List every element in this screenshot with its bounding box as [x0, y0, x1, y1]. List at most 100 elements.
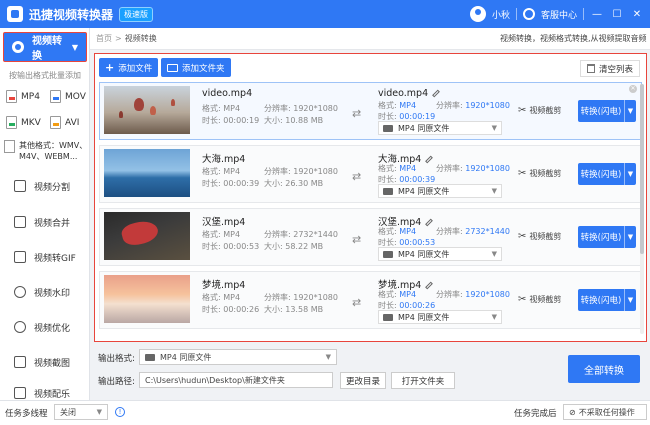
change-dir-button[interactable]: 更改目录 [340, 372, 386, 389]
video-cut-button[interactable]: ✂ 视频截剪 [518, 168, 561, 179]
format-value: MP4 [223, 104, 241, 113]
list-scrollbar[interactable] [640, 84, 644, 334]
output-format-value: MP4 [399, 164, 417, 173]
output-format-select[interactable]: MP4 同原文件 ▼ [139, 349, 337, 365]
size-label: 大小: [264, 179, 283, 188]
output-format-select[interactable]: MP4 同原文件 ▼ [378, 310, 502, 324]
duration-label: 时长: [378, 301, 397, 310]
file-row[interactable]: 汉堡.mp4 格式: MP4 时长: 00:00:53 分辨率: 2732*14… [99, 208, 642, 266]
forbidden-icon: ⊘ [569, 407, 576, 417]
minimize-button[interactable]: — [590, 7, 604, 21]
after-task-value: 不采取任何操作 [578, 407, 635, 417]
optimize-icon [14, 321, 26, 333]
file-icon [50, 116, 61, 129]
sidebar-item-screenshot[interactable]: 视频截图 [0, 352, 90, 372]
duration-value: 00:00:26 [223, 305, 260, 314]
format-avi[interactable]: AVI [50, 116, 79, 129]
shuffle-icon: ⇄ [352, 296, 362, 309]
video-cut-button[interactable]: ✂ 视频截剪 [518, 105, 561, 116]
size-value: 58.22 MB [285, 242, 324, 251]
pencil-icon[interactable] [425, 281, 434, 290]
chevron-down-icon[interactable]: ▼ [624, 289, 636, 311]
sidebar-item-split[interactable]: 视频分割 [0, 176, 90, 196]
format-label: 格式: [202, 167, 221, 176]
sidebar-item-merge[interactable]: 视频合并 [0, 212, 90, 232]
convert-icon [12, 41, 24, 53]
close-button[interactable]: ✕ [630, 7, 644, 21]
info-icon[interactable]: ! [115, 407, 125, 417]
sidebar-item-optimize[interactable]: 视频优化 [0, 317, 90, 337]
avatar[interactable] [469, 6, 486, 22]
after-task-select[interactable]: ⊘ 不采取任何操作 [563, 404, 647, 420]
remove-row-icon[interactable]: ✕ [629, 85, 637, 93]
convert-button[interactable]: 转换(闪电) ▼ [578, 226, 636, 248]
file-row[interactable]: 大海.mp4 格式: MP4 时长: 00:00:39 分辨率: 1920*10… [99, 145, 642, 203]
video-camera-icon [383, 250, 393, 258]
screenshot-icon [14, 356, 26, 368]
user-name[interactable]: 小秋 [492, 8, 510, 21]
edition-badge: 极速版 [119, 6, 154, 22]
sidebar-item-watermark[interactable]: 视频水印 [0, 282, 90, 302]
file-name: video.mp4 [202, 88, 253, 99]
format-label: 格式: [378, 164, 397, 173]
file-icon [50, 90, 61, 103]
format-mp4[interactable]: MP4 [6, 90, 40, 103]
convert-button[interactable]: 转换(闪电) ▼ [578, 289, 636, 311]
add-folder-button[interactable]: 添加文件夹 [161, 58, 231, 77]
format-other[interactable]: 其他格式：WMV、 M4V、WEBM... [4, 140, 87, 162]
add-file-button[interactable]: + 添加文件 [99, 58, 159, 77]
sidebar-item-gif[interactable]: 视频转GIF [0, 247, 90, 267]
output-format-select[interactable]: MP4 同原文件 ▼ [378, 121, 502, 135]
format-mov[interactable]: MOV [50, 90, 86, 103]
multi-thread-select[interactable]: 关闭 ▼ [54, 404, 108, 420]
format-label: MOV [65, 91, 86, 102]
format-mkv[interactable]: MKV [6, 116, 41, 129]
pencil-icon[interactable] [425, 155, 434, 164]
chevron-down-icon: ▼ [491, 187, 497, 195]
pencil-icon[interactable] [425, 218, 434, 227]
size-label: 大小: [264, 305, 283, 314]
convert-button[interactable]: 转换(闪电) ▼ [578, 100, 636, 122]
output-format-select[interactable]: MP4 同原文件 ▼ [378, 184, 502, 198]
shuffle-icon: ⇄ [352, 107, 362, 120]
duration-value: 00:00:19 [223, 116, 260, 125]
video-cut-button[interactable]: ✂ 视频截剪 [518, 231, 561, 242]
sidebar-item-video-convert[interactable]: 视频转换 ▼ [3, 32, 87, 62]
chevron-down-icon[interactable]: ▼ [624, 100, 636, 122]
scissors-icon: ✂ [518, 168, 527, 179]
output-format-select-label: MP4 同原文件 [398, 249, 450, 259]
output-format-select-label: MP4 同原文件 [398, 123, 450, 133]
output-format-value: MP4 [399, 227, 417, 236]
output-file-name[interactable]: video.mp4 [378, 88, 441, 99]
chevron-down-icon[interactable]: ▼ [624, 163, 636, 185]
breadcrumb-home[interactable]: 首页 [96, 33, 112, 44]
maximize-button[interactable]: ☐ [610, 7, 624, 21]
folder-icon [167, 63, 178, 72]
convert-label: 转换(闪电) [580, 170, 622, 180]
convert-label: 转换(闪电) [580, 107, 622, 117]
video-camera-icon [383, 124, 393, 132]
convert-all-button[interactable]: 全部转换 [568, 355, 640, 383]
sidebar-item-music[interactable]: 视频配乐 [0, 387, 90, 399]
output-resolution-value: 1920*1080 [465, 164, 510, 173]
output-path-input[interactable]: C:\Users\hudun\Desktop\新建文件夹 [139, 372, 333, 388]
clear-list-button[interactable]: 清空列表 [579, 60, 640, 77]
convert-button[interactable]: 转换(闪电) ▼ [578, 163, 636, 185]
video-cut-button[interactable]: ✂ 视频截剪 [518, 294, 561, 305]
output-duration-value: 00:00:39 [399, 175, 436, 184]
format-label: MKV [21, 117, 41, 128]
file-row[interactable]: 梦境.mp4 格式: MP4 时长: 00:00:26 分辨率: 1920*10… [99, 271, 642, 329]
sidebar: 视频转换 ▼ 按输出格式批量添加 MP4 MOV MKV AVI 其他格式：WM… [0, 28, 90, 425]
duration-label: 时长: [202, 242, 221, 251]
service-center-link[interactable]: 客服中心 [541, 8, 577, 21]
headset-icon[interactable] [522, 8, 535, 20]
format-label: 格式: [202, 293, 221, 302]
file-row[interactable]: video.mp4 格式: MP4 时长: 00:00:19 分辨率: 1920… [99, 82, 642, 140]
pencil-icon[interactable] [432, 89, 441, 98]
chevron-down-icon[interactable]: ▼ [624, 226, 636, 248]
sidebar-item-label: 视频分割 [34, 182, 71, 193]
video-camera-icon [145, 353, 155, 361]
open-folder-button[interactable]: 打开文件夹 [391, 372, 455, 389]
add-file-label: 添加文件 [118, 63, 153, 74]
output-format-select[interactable]: MP4 同原文件 ▼ [378, 247, 502, 261]
